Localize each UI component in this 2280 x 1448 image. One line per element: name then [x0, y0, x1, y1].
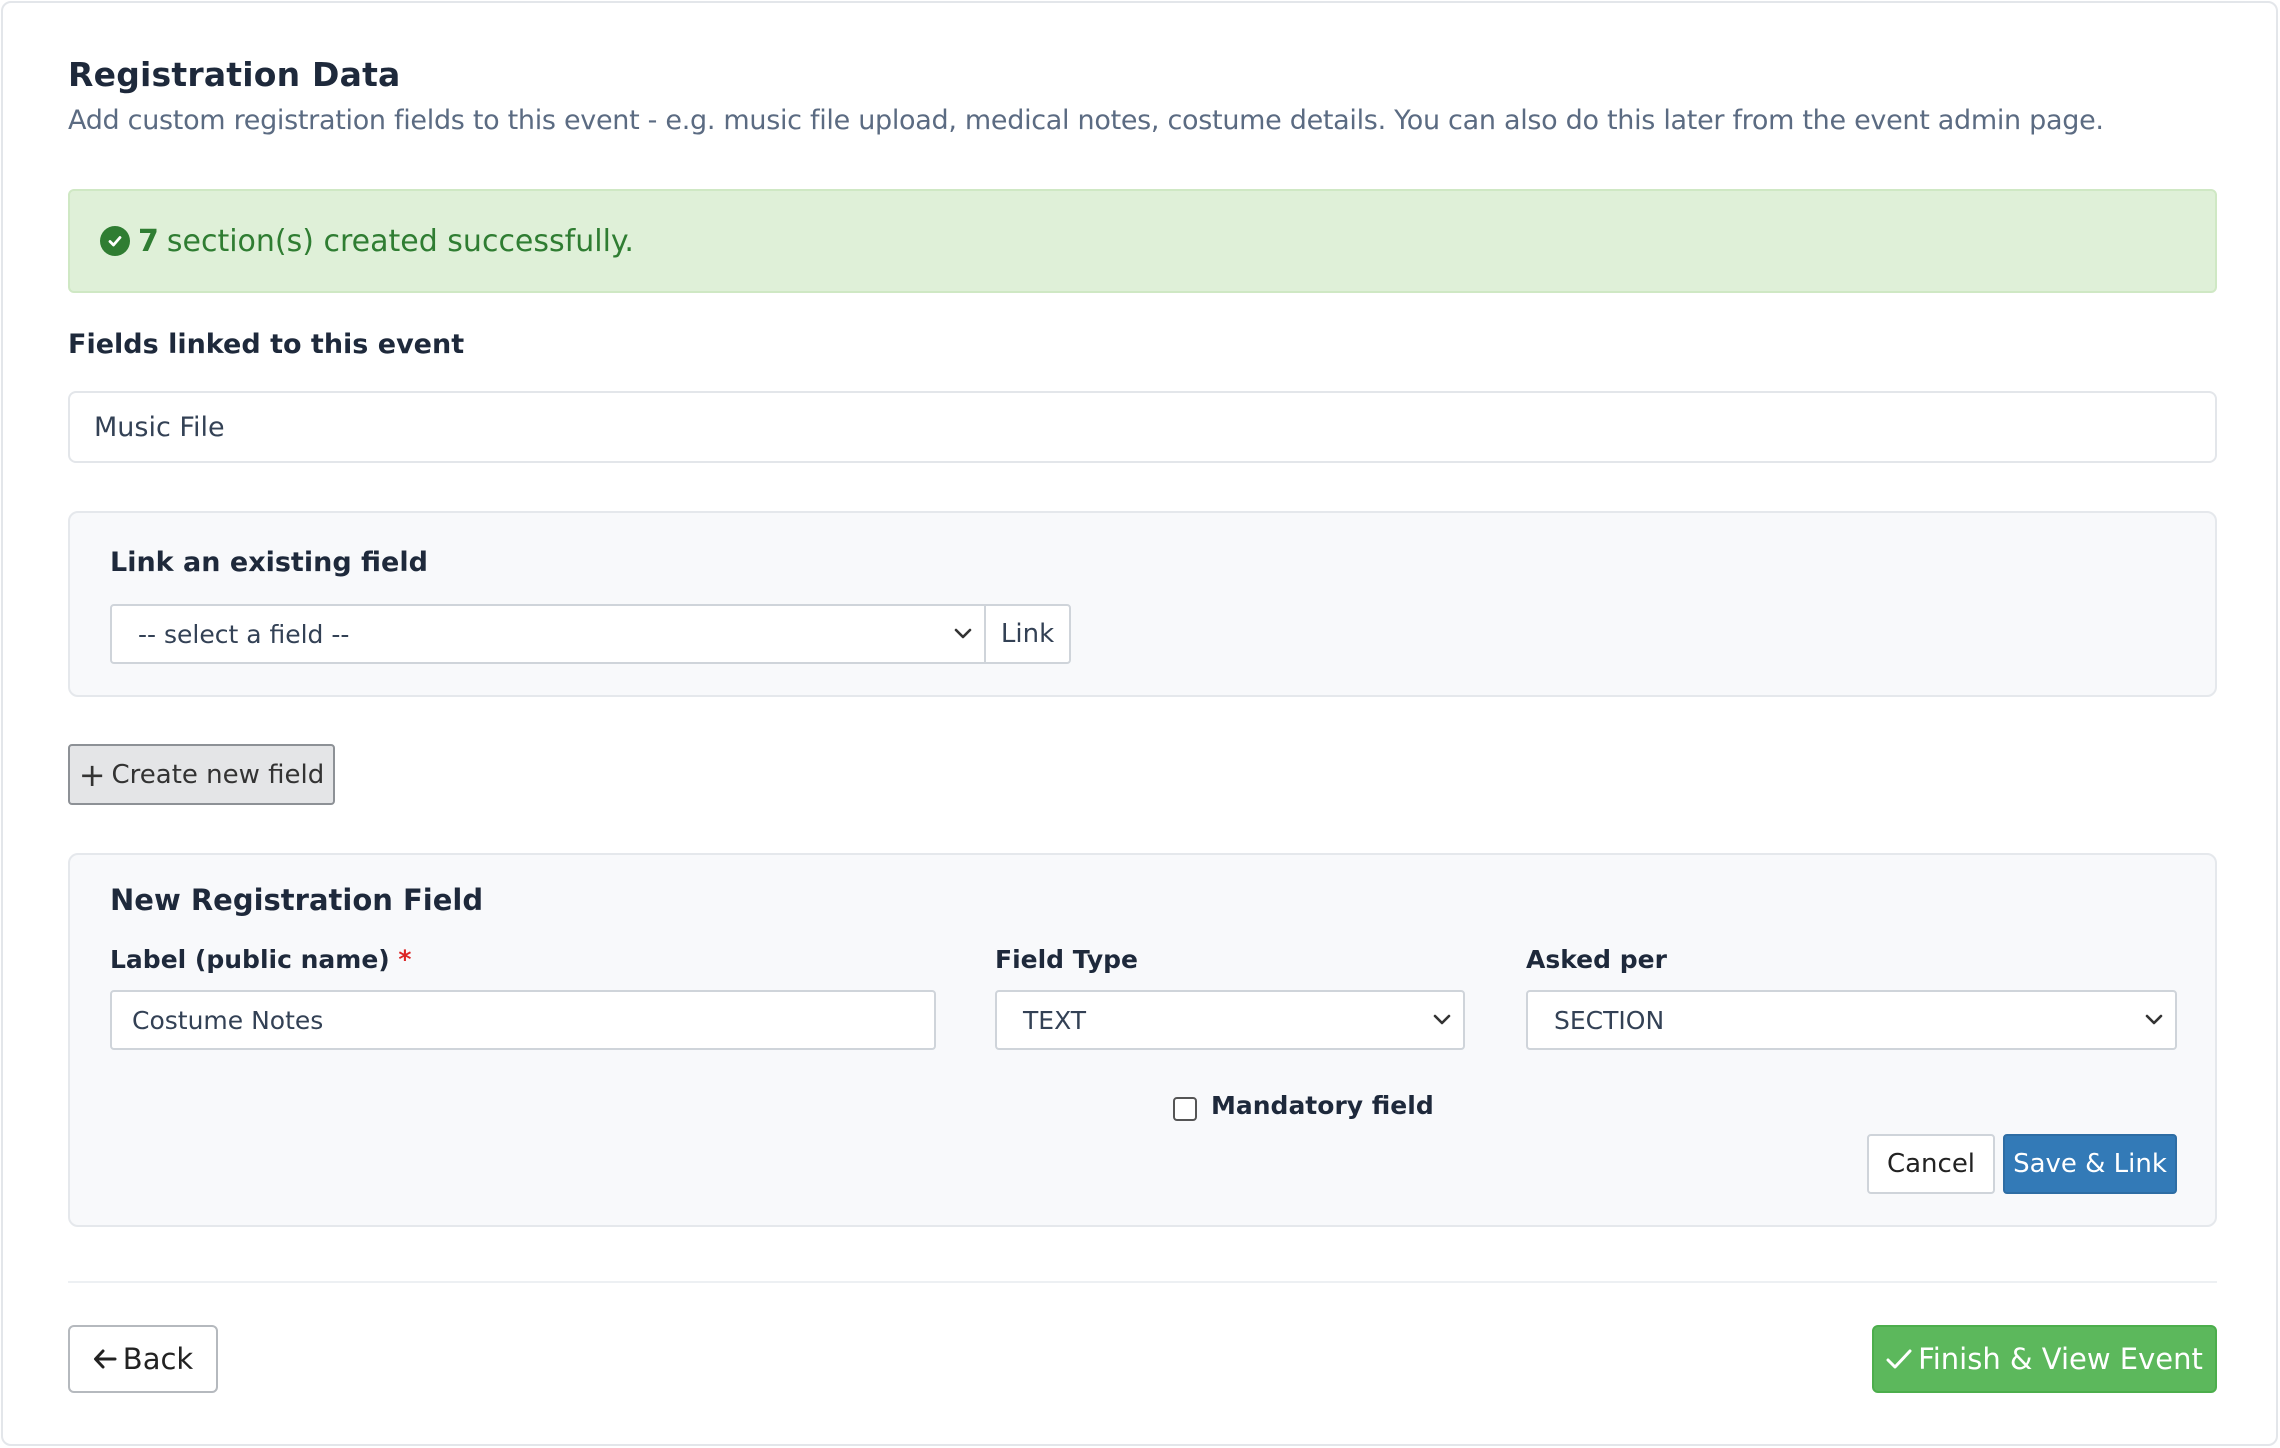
footer-divider: [68, 1281, 2217, 1283]
required-marker: *: [398, 945, 412, 974]
chevron-down-icon: [2145, 1014, 2163, 1025]
existing-field-select-value: -- select a field --: [138, 619, 350, 649]
create-new-field-button[interactable]: + Create new field: [68, 744, 335, 805]
linked-field-name: Music File: [94, 411, 225, 443]
asked-per-label: Asked per: [1526, 945, 1667, 974]
label-field-text: Label (public name): [110, 945, 390, 974]
page-subtitle: Add custom registration fields to this e…: [68, 105, 2104, 136]
back-button[interactable]: Back: [68, 1325, 218, 1393]
success-alert: 7 section(s) created successfully.: [68, 189, 2217, 293]
page-title: Registration Data: [68, 55, 401, 94]
link-existing-panel: Link an existing field -- select a field…: [68, 511, 2217, 697]
mandatory-checkbox[interactable]: [1173, 1097, 1197, 1121]
mandatory-label: Mandatory field: [1211, 1091, 1434, 1120]
field-type-value: TEXT: [1023, 1005, 1087, 1035]
existing-field-select[interactable]: -- select a field --: [110, 604, 986, 664]
linked-field-item: Music File: [68, 391, 2217, 463]
cancel-button[interactable]: Cancel: [1867, 1134, 1995, 1194]
back-label: Back: [122, 1342, 194, 1376]
linked-fields-heading: Fields linked to this event: [68, 329, 465, 360]
new-field-heading: New Registration Field: [110, 883, 484, 917]
arrow-left-icon: [93, 1349, 117, 1369]
check-circle-icon: [100, 226, 130, 256]
field-type-select[interactable]: TEXT: [995, 990, 1465, 1050]
finish-and-view-event-button[interactable]: Finish & View Event: [1872, 1325, 2217, 1393]
new-field-panel: New Registration Field Label (public nam…: [68, 853, 2217, 1227]
create-new-field-label: Create new field: [111, 759, 325, 790]
chevron-down-icon: [954, 628, 972, 639]
alert-count: 7: [138, 223, 159, 259]
plus-icon: +: [78, 755, 106, 794]
label-input-value: Costume Notes: [132, 1005, 324, 1035]
check-icon: [1886, 1349, 1912, 1369]
label-field-label: Label (public name) *: [110, 945, 412, 974]
field-type-label: Field Type: [995, 945, 1139, 974]
label-input[interactable]: Costume Notes: [110, 990, 936, 1050]
asked-per-value: SECTION: [1554, 1005, 1665, 1035]
alert-message: section(s) created successfully.: [166, 223, 634, 259]
link-existing-heading: Link an existing field: [110, 547, 428, 578]
save-and-link-button[interactable]: Save & Link: [2003, 1134, 2177, 1194]
chevron-down-icon: [1433, 1014, 1451, 1025]
finish-label: Finish & View Event: [1918, 1342, 2203, 1376]
asked-per-select[interactable]: SECTION: [1526, 990, 2177, 1050]
link-button[interactable]: Link: [984, 604, 1071, 664]
registration-card: Registration Data Add custom registratio…: [1, 1, 2278, 1446]
